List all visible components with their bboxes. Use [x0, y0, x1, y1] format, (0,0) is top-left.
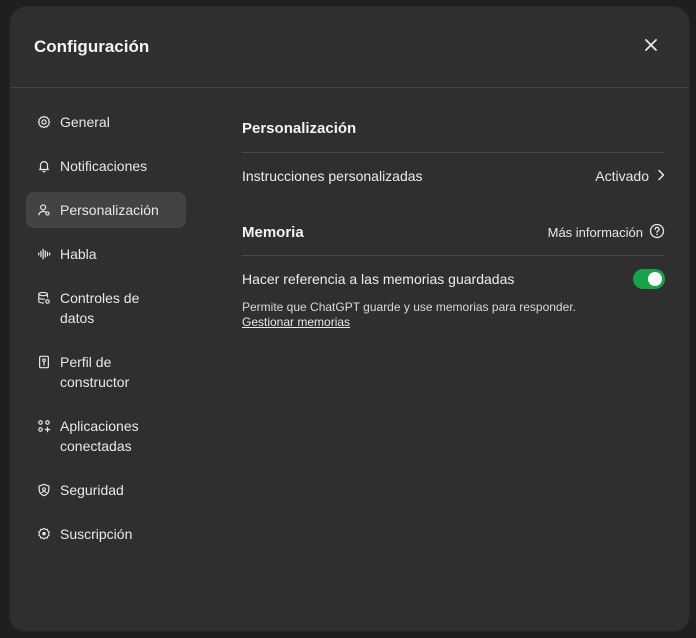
custom-instructions-row[interactable]: Instrucciones personalizadas Activado	[242, 153, 665, 199]
close-button[interactable]	[637, 33, 665, 61]
gear-icon	[36, 112, 52, 132]
sidebar-item-label: General	[60, 114, 110, 130]
user-icon	[36, 200, 52, 220]
memory-header: Memoria Más información	[242, 209, 665, 255]
manage-memories-link[interactable]: Gestionar memorias	[242, 315, 350, 329]
memory-description-block: Permite que ChatGPT guarde y use memoria…	[242, 300, 665, 330]
sidebar-item-label: Habla	[60, 246, 97, 262]
help-circle-icon	[649, 223, 665, 242]
dialog-title: Configuración	[34, 37, 150, 56]
custom-instructions-status: Activado	[595, 168, 649, 184]
more-info-link[interactable]: Más información	[548, 223, 665, 242]
memory-reference-label: Hacer referencia a las memorias guardada…	[242, 271, 515, 287]
settings-dialog: Configuración General Notificaciones Per…	[10, 7, 689, 631]
custom-instructions-link[interactable]: Activado	[595, 168, 665, 184]
id-card-icon	[36, 352, 52, 372]
custom-instructions-label: Instrucciones personalizadas	[242, 168, 423, 184]
more-info-label: Más información	[547, 224, 643, 240]
waveform-icon	[36, 244, 52, 264]
settings-sidebar: General Notificaciones Personalización H…	[10, 88, 202, 560]
sidebar-item-label: Suscripción	[60, 526, 133, 542]
memory-reference-toggle[interactable]	[633, 269, 665, 289]
sidebar-item-label: Aplicaciones conectadas	[60, 418, 139, 454]
memory-reference-row: Hacer referencia a las memorias guardada…	[242, 256, 665, 302]
database-gear-icon	[36, 288, 52, 308]
shield-icon	[36, 480, 52, 500]
toggle-knob	[648, 272, 662, 286]
sidebar-item-notifications[interactable]: Notificaciones	[26, 148, 186, 184]
sidebar-item-security[interactable]: Seguridad	[26, 472, 186, 508]
sidebar-item-personalization[interactable]: Personalización	[26, 192, 186, 228]
sidebar-item-label: Perfil de constructor	[60, 354, 130, 390]
apps-plus-icon	[36, 416, 52, 436]
settings-content: Personalización Instrucciones personaliz…	[202, 88, 689, 560]
section-title-memory: Memoria	[242, 223, 304, 241]
section-title-personalization: Personalización	[242, 120, 357, 137]
sidebar-item-label: Controles de datos	[60, 290, 140, 326]
sidebar-item-label: Seguridad	[60, 482, 124, 498]
sidebar-item-label: Personalización	[60, 202, 159, 218]
sidebar-item-general[interactable]: General	[26, 104, 186, 140]
sidebar-item-speech[interactable]: Habla	[26, 236, 186, 272]
sidebar-item-subscription[interactable]: Suscripción	[26, 516, 186, 552]
dialog-header: Configuración	[10, 7, 689, 88]
chevron-right-icon	[657, 168, 665, 184]
sidebar-item-data-controls[interactable]: Controles de datos	[26, 280, 186, 336]
bell-icon	[36, 156, 52, 176]
subscription-icon	[36, 524, 52, 544]
sidebar-item-label: Notificaciones	[60, 158, 148, 174]
close-icon	[644, 38, 658, 57]
sidebar-item-connected-apps[interactable]: Aplicaciones conectadas	[26, 408, 186, 464]
sidebar-item-builder-profile[interactable]: Perfil de constructor	[26, 344, 186, 400]
memory-description: Permite que ChatGPT guarde y use memoria…	[242, 300, 576, 314]
